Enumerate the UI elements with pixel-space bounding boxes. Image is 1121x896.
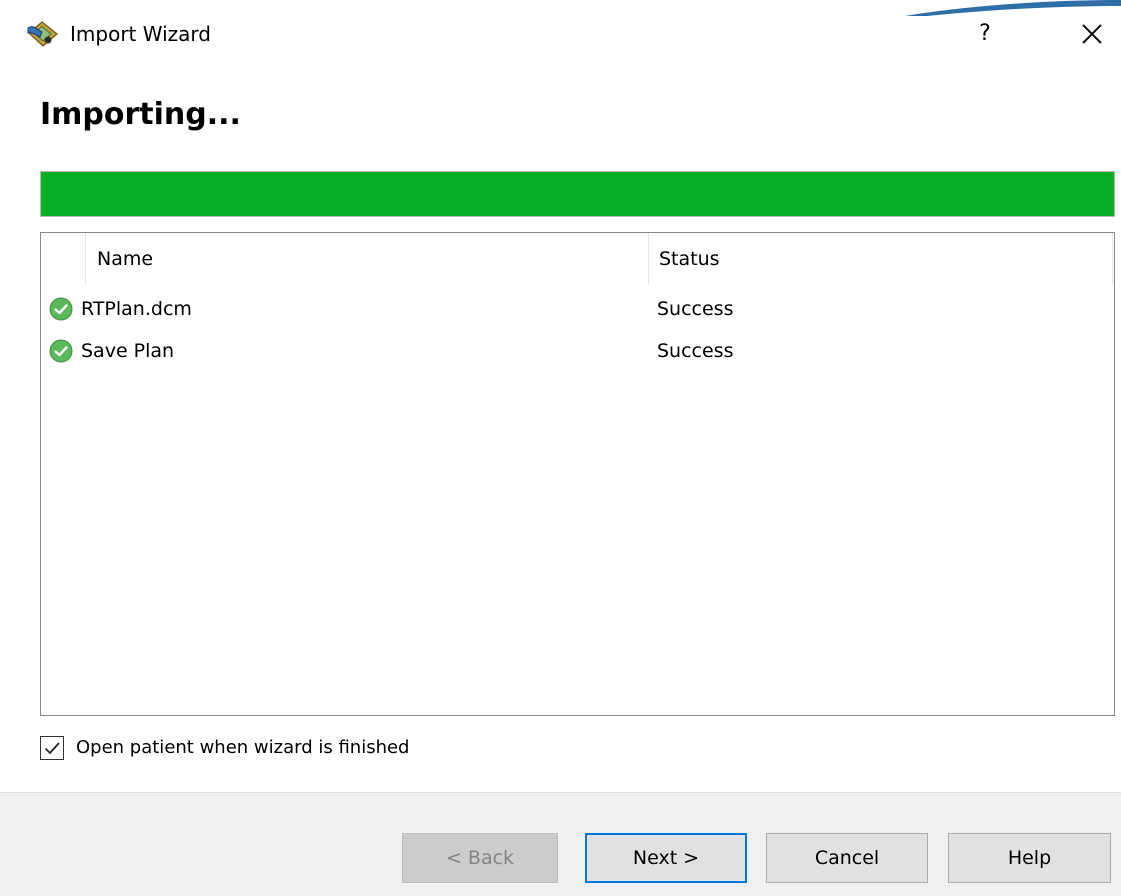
column-header-name[interactable]: Name (97, 245, 153, 273)
import-progress-bar (40, 171, 1115, 217)
row-name: Save Plan (81, 340, 175, 362)
success-check-icon (49, 339, 73, 363)
back-button[interactable]: < Back (402, 833, 558, 883)
window-title: Import Wizard (70, 22, 211, 46)
title-bar: Import Wizard ? (0, 0, 1121, 70)
cancel-button[interactable]: Cancel (766, 833, 928, 883)
button-bar: < Back Next > Cancel Help (0, 792, 1121, 896)
column-header-status[interactable]: Status (659, 245, 720, 273)
column-divider (1112, 233, 1113, 285)
open-patient-label[interactable]: Open patient when wizard is finished (76, 734, 409, 762)
next-button[interactable]: Next > (585, 833, 747, 883)
row-status: Success (657, 298, 734, 320)
checkmark-icon (44, 742, 60, 755)
page-heading: Importing... (40, 97, 241, 132)
import-wizard-icon (27, 21, 58, 47)
list-row[interactable]: RTPlan.dcm Success (41, 288, 1114, 330)
import-results-list[interactable]: Name Status RTPlan.dcm Success Save Plan… (40, 232, 1115, 716)
column-divider (648, 233, 649, 285)
progress-fill (41, 172, 1114, 216)
column-divider (85, 233, 86, 285)
list-header: Name Status (41, 233, 1114, 285)
open-patient-checkbox[interactable] (40, 736, 64, 760)
success-check-icon (49, 297, 73, 321)
help-title-button[interactable]: ? (966, 14, 1004, 54)
row-status: Success (657, 340, 734, 362)
row-name: RTPlan.dcm (81, 298, 192, 320)
list-row[interactable]: Save Plan Success (41, 330, 1114, 372)
close-icon[interactable] (1074, 16, 1110, 52)
help-button[interactable]: Help (948, 833, 1111, 883)
